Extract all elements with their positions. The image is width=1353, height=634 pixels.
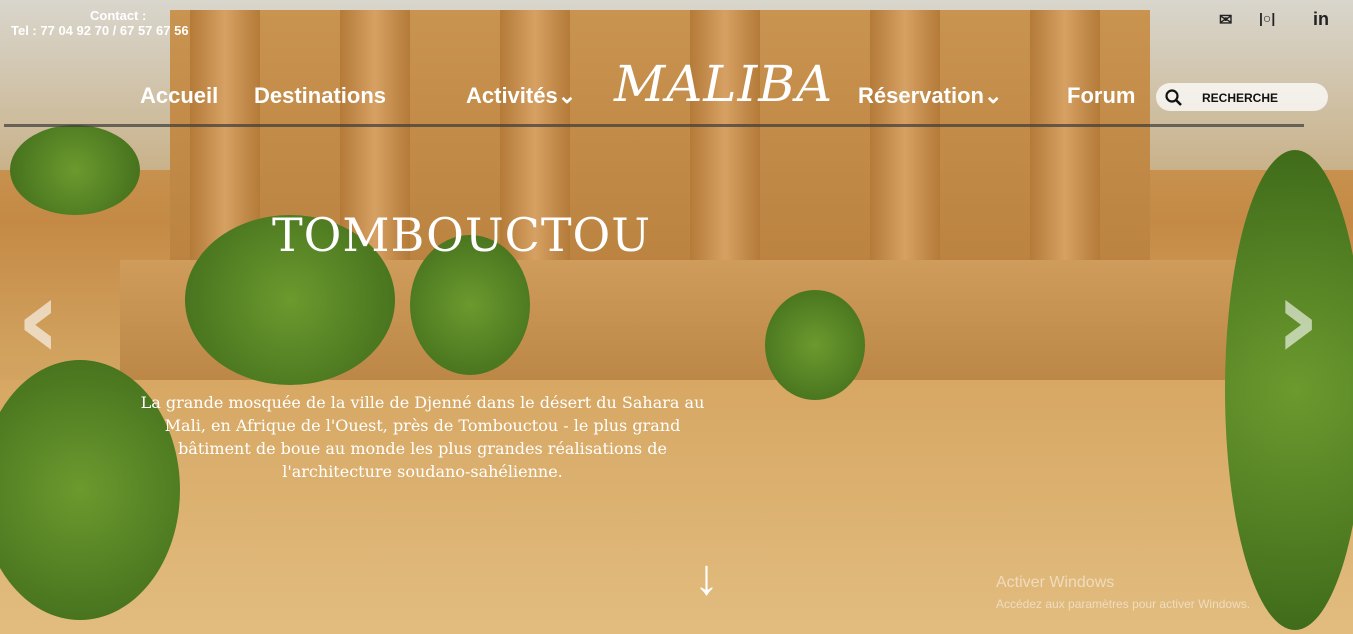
nav-activites-label: Activités xyxy=(466,83,558,108)
chevron-down-icon: ⌄ xyxy=(983,83,1003,108)
nav-divider xyxy=(4,124,1304,127)
instagram-icon[interactable]: |○| xyxy=(1259,10,1275,26)
carousel-next-icon[interactable]: › xyxy=(1275,255,1320,383)
search-placeholder: RECHERCHE xyxy=(1202,91,1279,105)
logo[interactable]: MALIBA xyxy=(614,55,833,113)
nav-destinations[interactable]: Destinations xyxy=(254,83,386,109)
windows-watermark-title: Activer Windows xyxy=(996,574,1115,591)
windows-watermark-text: Accédez aux paramètres pour activer Wind… xyxy=(996,597,1251,611)
tree xyxy=(1225,150,1353,630)
hero-title: TOMBOUCTOU xyxy=(272,208,651,262)
nav-reservation-label: Réservation xyxy=(858,83,984,108)
nav-activites[interactable]: Activités⌄ xyxy=(466,83,576,109)
search-icon[interactable] xyxy=(1164,88,1184,108)
nav-accueil[interactable]: Accueil xyxy=(140,83,218,109)
contact-label: Contact : xyxy=(90,8,147,23)
chevron-down-icon: ⌄ xyxy=(557,83,577,108)
carousel-prev-icon[interactable]: ‹ xyxy=(16,255,61,383)
linkedin-icon[interactable]: in xyxy=(1313,9,1329,30)
nav-reservation[interactable]: Réservation⌄ xyxy=(858,83,1002,109)
contact-phones: Tel : 77 04 92 70 / 67 57 67 56 xyxy=(11,23,189,38)
nav-forum[interactable]: Forum xyxy=(1067,83,1135,109)
tree xyxy=(10,125,140,215)
hero-description: La grande mosquée de la ville de Djenné … xyxy=(140,393,705,481)
scroll-down-icon[interactable]: ↓ xyxy=(694,548,719,606)
tree xyxy=(765,290,865,400)
mail-icon[interactable]: ✉ xyxy=(1219,10,1232,30)
